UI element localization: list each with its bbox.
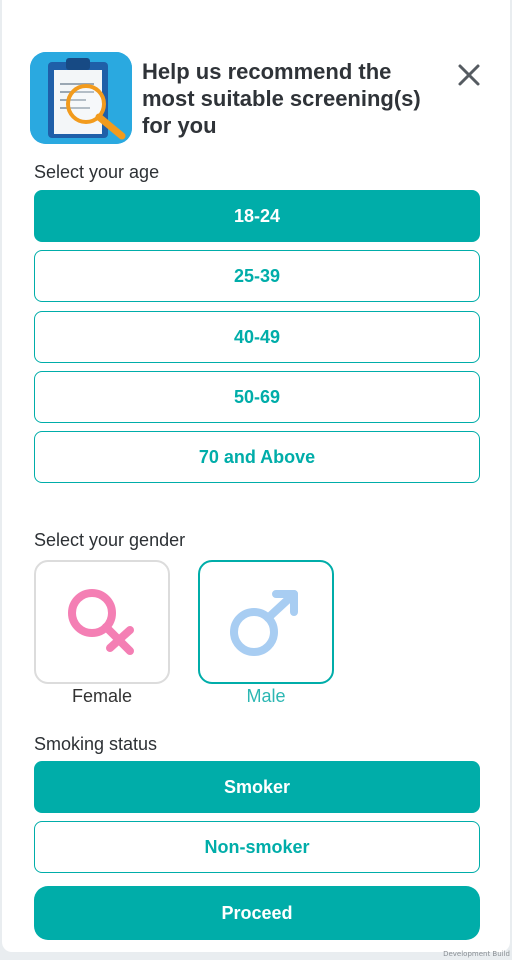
close-icon — [458, 64, 480, 86]
gender-label-female: Female — [71, 686, 133, 706]
smoking-section-label: Smoking status — [34, 734, 158, 754]
close-button[interactable] — [452, 58, 486, 92]
age-section-label: Select your age — [34, 162, 160, 182]
gender-section-label: Select your gender — [34, 530, 186, 550]
age-option-18-24[interactable]: 18-24 — [34, 190, 480, 242]
gender-option-female[interactable] — [34, 560, 170, 684]
male-symbol-icon — [230, 590, 298, 656]
gender-label-male: Male — [246, 686, 286, 706]
gender-option-male[interactable] — [198, 560, 334, 684]
dev-build-badge: Development Build — [443, 950, 510, 958]
smoking-option-non-smoker[interactable]: Non-smoker — [34, 821, 480, 873]
age-option-50-69[interactable]: 50-69 — [34, 371, 480, 423]
modal-header: Help us recommend the most suitable scre… — [2, 0, 510, 160]
page-title: Help us recommend the most suitable scre… — [142, 59, 421, 138]
age-option-40-49[interactable]: 40-49 — [34, 311, 480, 363]
age-option-70-and-above[interactable]: 70 and Above — [34, 431, 480, 483]
clipboard-magnifier-icon — [30, 52, 132, 144]
proceed-button[interactable]: Proceed — [34, 886, 480, 940]
recommendation-modal: Help us recommend the most suitable scre… — [2, 0, 510, 952]
female-symbol-icon — [68, 589, 134, 655]
smoking-option-smoker[interactable]: Smoker — [34, 761, 480, 813]
age-option-25-39[interactable]: 25-39 — [34, 250, 480, 302]
